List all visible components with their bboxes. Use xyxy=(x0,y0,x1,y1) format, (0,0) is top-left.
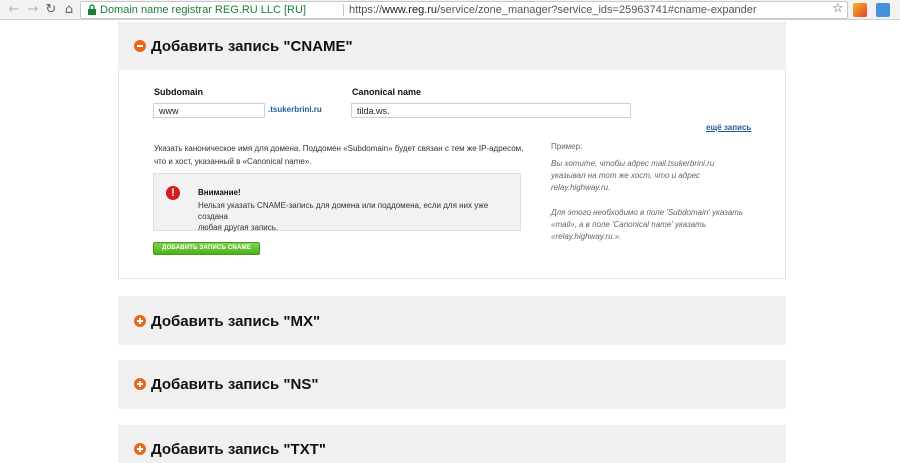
txt-section-header[interactable]: Добавить запись "TXT" xyxy=(118,425,786,463)
add-another-record-link[interactable]: ещё запись xyxy=(706,123,751,132)
forward-icon[interactable]: → xyxy=(25,2,41,18)
warning-title: Внимание! xyxy=(198,188,241,197)
warning-text: Нельзя указать CNAME-запись для домена и… xyxy=(198,201,489,232)
lock-icon xyxy=(88,4,96,15)
subdomain-label: Subdomain xyxy=(154,87,203,97)
expand-icon[interactable] xyxy=(134,315,146,327)
extension-icon[interactable] xyxy=(853,3,867,17)
cname-section-header[interactable]: Добавить запись "CNAME" xyxy=(118,22,786,70)
expand-icon[interactable] xyxy=(134,378,146,390)
extension-icon[interactable] xyxy=(876,3,890,17)
home-icon[interactable]: ⌂ xyxy=(61,2,77,18)
expand-icon[interactable] xyxy=(134,443,146,455)
alert-icon: ! xyxy=(166,186,180,200)
url-separator xyxy=(343,4,344,16)
reload-icon[interactable]: ↻ xyxy=(43,2,59,18)
add-cname-record-button[interactable]: ДОБАВИТЬ ЗАПИСЬ CNAME xyxy=(153,242,260,255)
example-instructions: Для этого необходимо в поле 'Subdomain' … xyxy=(551,208,744,241)
mx-section-header[interactable]: Добавить запись "MX" xyxy=(118,296,786,345)
url-text: https://www.reg.ru/service/zone_manager?… xyxy=(349,4,757,16)
star-icon[interactable]: ☆ xyxy=(832,1,844,16)
ns-section-header[interactable]: Добавить запись "NS" xyxy=(118,360,786,409)
ns-section-title: Добавить запись "NS" xyxy=(151,376,319,393)
domain-suffix: .tsukerbrini.ru xyxy=(268,105,322,114)
help-text: Указать каноническое имя для домена. Под… xyxy=(154,144,524,166)
subdomain-input[interactable] xyxy=(153,103,265,118)
example-title: Пример: xyxy=(551,142,583,151)
address-bar[interactable]: Domain name registrar REG.RU LLC [RU] ht… xyxy=(80,1,848,19)
mx-section-title: Добавить запись "MX" xyxy=(151,313,321,330)
cname-form: Subdomain .tsukerbrini.ru Canonical name… xyxy=(118,70,786,279)
collapse-icon[interactable] xyxy=(134,40,146,52)
back-icon[interactable]: ← xyxy=(6,2,22,18)
canonical-name-input[interactable] xyxy=(351,103,631,118)
browser-toolbar: ← → ↻ ⌂ Domain name registrar REG.RU LLC… xyxy=(0,0,900,20)
txt-section-title: Добавить запись "TXT" xyxy=(151,441,326,458)
canonical-name-label: Canonical name xyxy=(352,87,422,97)
site-identity: Domain name registrar REG.RU LLC [RU] xyxy=(100,4,307,16)
example-text: Вы хотите, чтобы адрес mail.tsukerbrini.… xyxy=(551,159,715,192)
warning-box: ! Внимание! Нельзя указать CNAME-запись … xyxy=(153,173,521,232)
cname-section-title: Добавить запись "CNAME" xyxy=(151,38,353,55)
